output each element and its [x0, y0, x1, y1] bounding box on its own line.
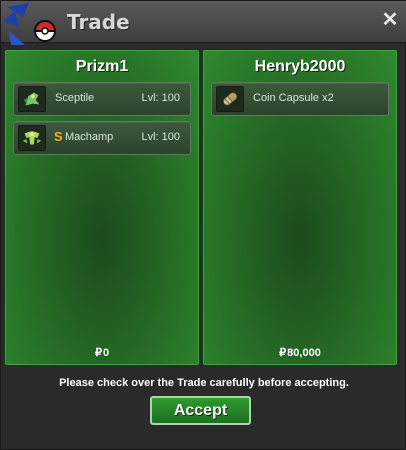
trader-name: Henryb2000 — [254, 58, 346, 75]
item-name: Sceptile — [55, 92, 95, 104]
trade-item-sceptile[interactable]: Sceptile Lvl: 100 — [13, 82, 191, 116]
pokedollar-icon: ₽ — [279, 347, 287, 359]
item-name: Coin Capsule x2 — [253, 92, 334, 104]
trader-name: Prizm1 — [75, 58, 129, 75]
window-title: Trade — [67, 10, 130, 34]
trade-window: Trade ✕ Prizm1 Sceptile Lvl: 100 S Macha… — [0, 0, 406, 450]
machamp-icon — [18, 125, 46, 151]
trader-panel-left: Prizm1 Sceptile Lvl: 100 S Machamp Lvl: … — [4, 49, 200, 366]
item-level: Lvl: 100 — [141, 131, 180, 143]
trade-warning-text: Please check over the Trade carefully be… — [59, 377, 349, 389]
money-offer-right: ₽80,000 — [203, 346, 397, 359]
money-amount: 0 — [102, 347, 110, 359]
trade-item-coin-capsule[interactable]: Coin Capsule x2 — [211, 82, 389, 116]
trader-panel-right: Henryb2000 Coin Capsule x2 ₽80,000 — [202, 49, 398, 366]
title-bar[interactable]: Trade ✕ — [1, 1, 406, 45]
item-level: Lvl: 100 — [141, 92, 180, 104]
trade-item-machamp[interactable]: S Machamp Lvl: 100 — [13, 121, 191, 155]
close-button[interactable]: ✕ — [379, 9, 401, 31]
shiny-badge: S — [54, 129, 63, 144]
pokedollar-icon: ₽ — [94, 347, 102, 359]
item-name: Machamp — [65, 131, 114, 143]
coin-capsule-icon — [216, 86, 244, 112]
sceptile-icon — [18, 86, 46, 112]
money-amount: 80,000 — [287, 347, 321, 359]
money-offer-left: ₽0 — [5, 346, 199, 359]
pokeball-logo-icon — [3, 3, 57, 45]
accept-button[interactable]: Accept — [150, 396, 251, 425]
